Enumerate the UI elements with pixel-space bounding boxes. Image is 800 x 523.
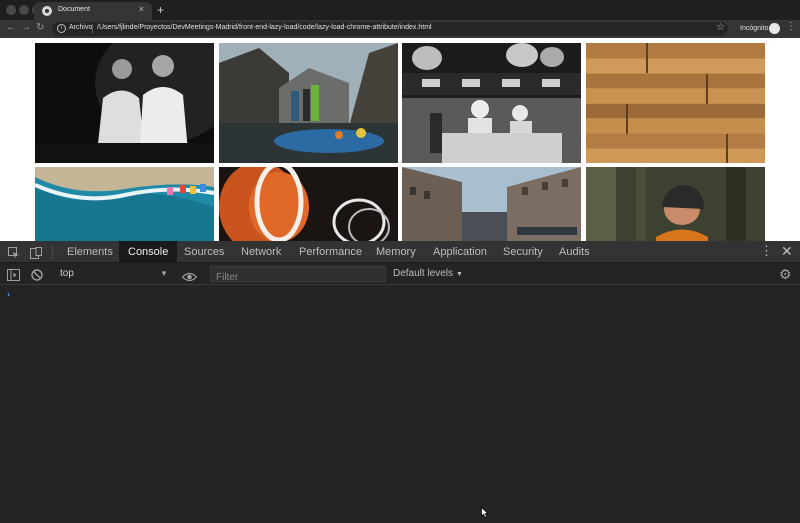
globe-icon <box>42 6 52 16</box>
console-toolbar: top ▼ Default levels▼ ⚙ <box>0 263 800 285</box>
gallery-photo <box>35 43 214 163</box>
mouse-cursor-icon <box>481 505 489 523</box>
context-selector[interactable]: top <box>60 268 74 279</box>
reload-button[interactable]: ↻ <box>36 22 44 33</box>
device-toolbar-icon[interactable] <box>30 246 42 259</box>
tab-network[interactable]: Network <box>232 241 290 263</box>
address-separator <box>92 24 93 33</box>
clear-console-icon[interactable] <box>31 268 43 286</box>
log-levels-dropdown[interactable]: Default levels ▼ <box>393 268 463 279</box>
browser-titlebar: Document × + <box>0 0 800 20</box>
close-window-button[interactable] <box>6 5 16 15</box>
inspect-element-icon[interactable] <box>8 246 20 258</box>
bookmark-star-icon[interactable]: ☆ <box>716 22 725 33</box>
console-filter-field <box>210 266 386 285</box>
scheme-label: Archivo <box>69 24 93 31</box>
gallery-photo <box>35 167 214 241</box>
live-expression-eye-icon[interactable] <box>181 269 198 287</box>
tab-elements[interactable]: Elements <box>58 241 122 263</box>
tab-close-button[interactable]: × <box>139 4 144 14</box>
url-text[interactable]: /Users/fjlinde/Proyectos/DevMeetings-Mad… <box>97 24 432 31</box>
toolbar-divider <box>52 245 53 259</box>
profile-label[interactable]: Incógnito <box>740 25 768 32</box>
gallery-photo <box>586 167 765 241</box>
tab-memory[interactable]: Memory <box>367 241 425 263</box>
tab-security[interactable]: Security <box>494 241 552 263</box>
minimize-window-button[interactable] <box>19 5 29 15</box>
console-output[interactable]: › <box>0 286 800 518</box>
gallery-photo <box>219 43 398 163</box>
devtools-menu-button[interactable]: ⋮ <box>760 243 773 259</box>
browser-toolbar: ← → ↻ i Archivo /Users/fjlinde/Proyectos… <box>0 20 800 38</box>
log-levels-label: Default levels <box>393 268 454 279</box>
tab-performance[interactable]: Performance <box>290 241 371 263</box>
address-bar[interactable]: i Archivo /Users/fjlinde/Proyectos/DevMe… <box>52 22 728 36</box>
tab-application[interactable]: Application <box>424 241 496 263</box>
sidebar-toggle-icon[interactable] <box>7 268 20 286</box>
gallery-photo <box>402 167 581 241</box>
gallery-photo <box>402 43 581 163</box>
gallery-photo <box>586 43 765 163</box>
tab-audits[interactable]: Audits <box>550 241 599 263</box>
tab-sources[interactable]: Sources <box>175 241 233 263</box>
devtools-tabbar: Elements Console Sources Network Perform… <box>0 241 800 263</box>
browser-menu-button[interactable]: ⋮ <box>786 21 796 32</box>
devtools-close-button[interactable]: ✕ <box>781 243 793 260</box>
new-tab-button[interactable]: + <box>157 3 164 17</box>
forward-button[interactable]: → <box>21 22 31 33</box>
back-button[interactable]: ← <box>6 22 16 33</box>
page-viewport <box>0 38 800 241</box>
console-settings-gear-icon[interactable]: ⚙ <box>779 266 792 283</box>
tab-console[interactable]: Console <box>119 241 178 263</box>
incognito-avatar-icon[interactable] <box>769 23 780 34</box>
info-icon[interactable]: i <box>57 24 66 33</box>
console-filter-input[interactable] <box>211 270 385 285</box>
context-dropdown-arrow-icon[interactable]: ▼ <box>160 269 168 278</box>
tab-title: Document <box>58 6 90 13</box>
console-prompt-icon: › <box>7 289 10 299</box>
chevron-down-icon: ▼ <box>456 271 463 278</box>
gallery-photo <box>219 167 398 241</box>
devtools-panel: Elements Console Sources Network Perform… <box>0 241 800 518</box>
browser-tab[interactable]: Document × <box>34 2 152 20</box>
